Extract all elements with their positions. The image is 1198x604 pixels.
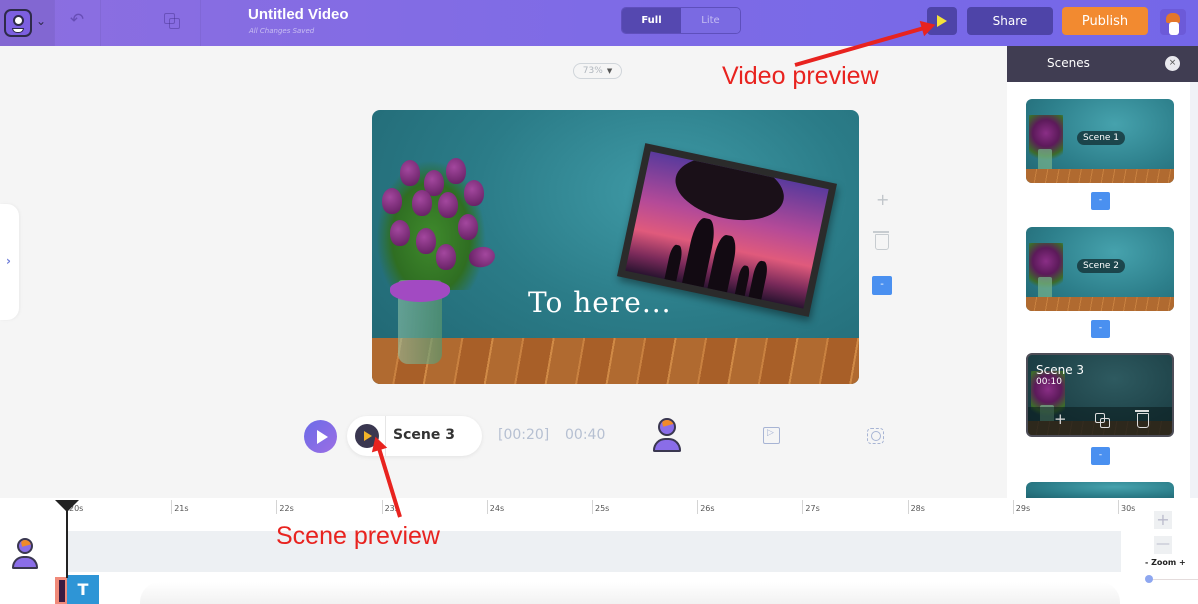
undo-icon: ↶ — [69, 10, 85, 30]
zoom-slider[interactable] — [1148, 579, 1198, 580]
timeline-tick: 28s — [907, 500, 925, 514]
left-panel-expand-tab[interactable]: › — [0, 204, 19, 320]
character-track[interactable] — [66, 531, 1121, 572]
add-scene-icon[interactable]: + — [1054, 410, 1067, 428]
timeline-tick: 24s — [486, 500, 504, 514]
timeline-tick: 21s — [171, 500, 189, 514]
chevron-right-icon: › — [6, 254, 11, 268]
timeline-tick: 26s — [697, 500, 715, 514]
app-logo — [4, 9, 32, 37]
scene-thumbnail-3[interactable]: Scene 3 00:10 + — [1026, 353, 1174, 437]
scene-preview-annotation: Scene preview — [276, 522, 440, 550]
mode-toggle: Full Lite — [621, 7, 741, 34]
duplicate-button[interactable] — [160, 10, 186, 34]
scene-label: Scene 3 — [1036, 363, 1085, 377]
chevron-down-icon: ⌄ — [36, 14, 47, 28]
image-clip[interactable] — [55, 577, 67, 604]
zoom-level: 73% — [582, 66, 603, 76]
current-time: [00:20] — [498, 427, 550, 443]
scenes-title: Scenes — [1047, 56, 1090, 70]
add-scene-icon[interactable]: + — [876, 190, 889, 209]
scenes-scrollbar[interactable] — [1190, 82, 1198, 498]
zoom-slider-handle[interactable] — [1145, 575, 1153, 583]
play-icon — [937, 15, 947, 27]
ribbon-bow-image — [390, 280, 450, 302]
wood-floor-image — [372, 338, 859, 384]
canvas-zoom-select[interactable]: 73% ▼ — [573, 63, 622, 79]
playhead-handle[interactable] — [55, 500, 79, 512]
canvas-text-element[interactable]: To here... — [528, 286, 672, 319]
delete-scene-icon[interactable] — [1135, 410, 1149, 428]
current-scene-name: Scene 3 — [393, 427, 455, 443]
duplicate-scene-icon[interactable] — [1095, 413, 1111, 429]
publish-button[interactable]: Publish — [1062, 7, 1148, 35]
app-menu-button[interactable]: ⌄ — [0, 0, 54, 46]
video-preview-annotation: Video preview — [722, 62, 879, 90]
video-title[interactable]: Untitled Video — [248, 6, 349, 23]
scene-thumbnail-1[interactable]: Scene 1 — [1026, 99, 1174, 183]
scene-thumbnail-2[interactable]: Scene 2 — [1026, 227, 1174, 311]
scene-transition-button[interactable]: - — [1091, 320, 1110, 338]
timeline-tick: 29s — [1012, 500, 1030, 514]
scene-preview-control: Scene 3 — [347, 416, 482, 456]
scene-transition-button[interactable]: - — [1091, 447, 1110, 465]
playhead[interactable] — [66, 506, 68, 578]
mode-full-button[interactable]: Full — [622, 8, 681, 33]
scene-thumbnail-4[interactable] — [1026, 482, 1174, 498]
scenes-header: Scenes × — [1007, 46, 1198, 82]
play-icon — [316, 429, 328, 444]
scene-canvas[interactable]: To here... — [372, 110, 859, 384]
scene-actions: + — [1028, 407, 1172, 435]
timeline: 20s 21s 22s 23s 24s 25s 26s 27s 28s 29s 30s T + — … — [0, 498, 1198, 604]
video-clip-icon[interactable] — [763, 427, 780, 444]
scene-transition-button[interactable]: - — [1091, 192, 1110, 210]
scene-label: Scene 2 — [1077, 259, 1126, 273]
scene-label: Scene 1 — [1077, 131, 1126, 145]
timeline-zoom-out-button[interactable]: — — [1154, 536, 1172, 554]
timeline-tick: 22s — [276, 500, 294, 514]
timeline-tick: 25s — [592, 500, 609, 514]
screenshot-icon[interactable] — [867, 428, 884, 444]
total-time: 00:40 — [565, 427, 606, 443]
character-track-icon — [12, 538, 38, 570]
timeline-tick: 30s — [1118, 500, 1135, 514]
scene-duration: 00:10 — [1036, 377, 1062, 387]
close-icon[interactable]: × — [1165, 56, 1180, 71]
top-bar: ⌄ ↶ Untitled Video All Changes Saved Ful… — [0, 0, 1198, 46]
timeline-tick: 27s — [802, 500, 820, 514]
character-icon[interactable] — [653, 418, 681, 454]
trash-icon[interactable] — [873, 231, 889, 250]
zoom-label: - Zoom + — [1145, 558, 1186, 567]
caret-down-icon: ▼ — [606, 67, 613, 75]
mode-lite-button[interactable]: Lite — [681, 8, 740, 33]
play-video-button[interactable] — [304, 420, 337, 453]
share-button[interactable]: Share — [967, 7, 1053, 35]
save-status: All Changes Saved — [249, 27, 315, 35]
timeline-zoom-in-button[interactable]: + — [1154, 511, 1172, 529]
user-avatar[interactable] — [1160, 9, 1186, 35]
undo-button[interactable]: ↶ — [64, 10, 90, 34]
text-clip[interactable]: T — [67, 575, 99, 604]
family-sunset-photo — [625, 151, 829, 309]
collapse-minus-button[interactable]: - — [872, 276, 892, 295]
scenes-panel: Scenes × Scene 1 - Scene 2 - Scene 3 00:… — [1007, 46, 1198, 498]
